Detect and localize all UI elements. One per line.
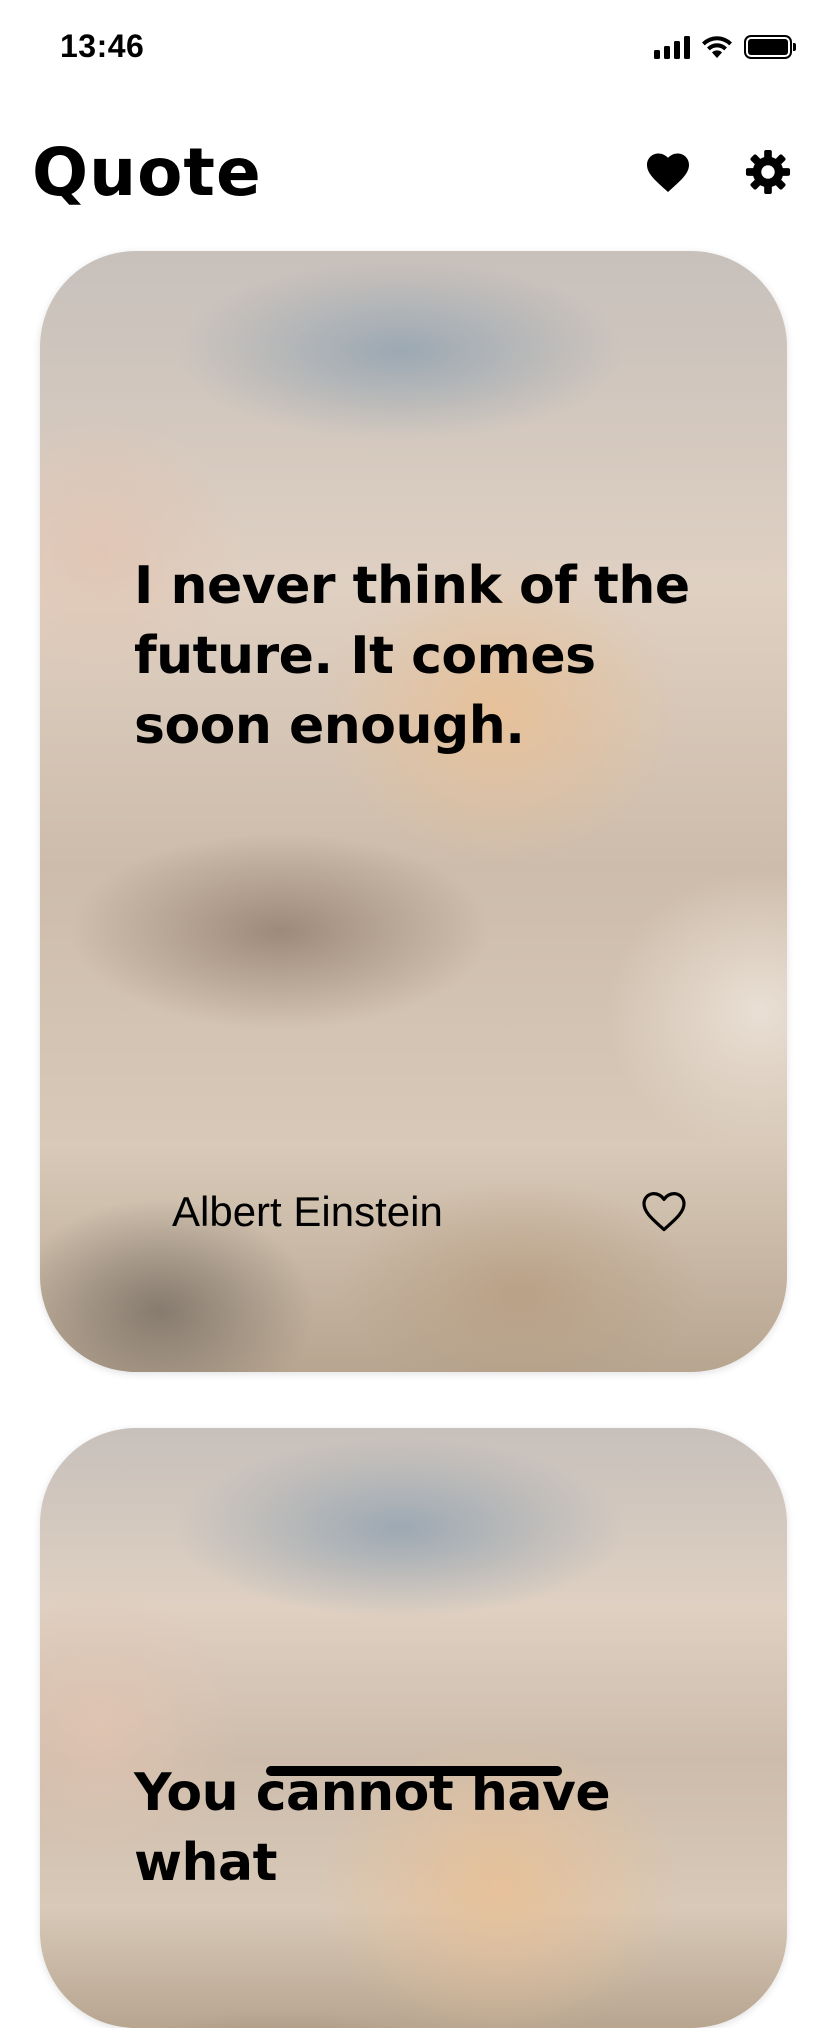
page-title: Quote (32, 134, 262, 211)
heart-filled-icon (647, 153, 689, 193)
quote-card[interactable]: You cannot have what (40, 1428, 787, 2028)
wifi-icon (702, 36, 732, 58)
favorite-quote-button[interactable] (634, 1181, 694, 1241)
quote-text: You cannot have what (134, 1763, 611, 1893)
settings-button[interactable] (740, 144, 796, 200)
quote-author: Albert Einstein (172, 1188, 443, 1235)
battery-icon (744, 35, 796, 59)
cellular-signal-icon (654, 35, 690, 59)
quote-card[interactable]: I never think of the future. It comes so… (40, 251, 787, 1372)
favorites-button[interactable] (640, 144, 696, 200)
heart-outline-icon (642, 1192, 686, 1232)
status-icons (654, 34, 796, 60)
app-header: Quote (0, 120, 828, 230)
status-bar: 13:46 (0, 0, 828, 100)
gear-icon (745, 149, 791, 195)
home-indicator[interactable] (266, 1766, 562, 1776)
quote-text: I never think of the future. It comes so… (134, 556, 690, 756)
status-time: 13:46 (60, 28, 145, 64)
